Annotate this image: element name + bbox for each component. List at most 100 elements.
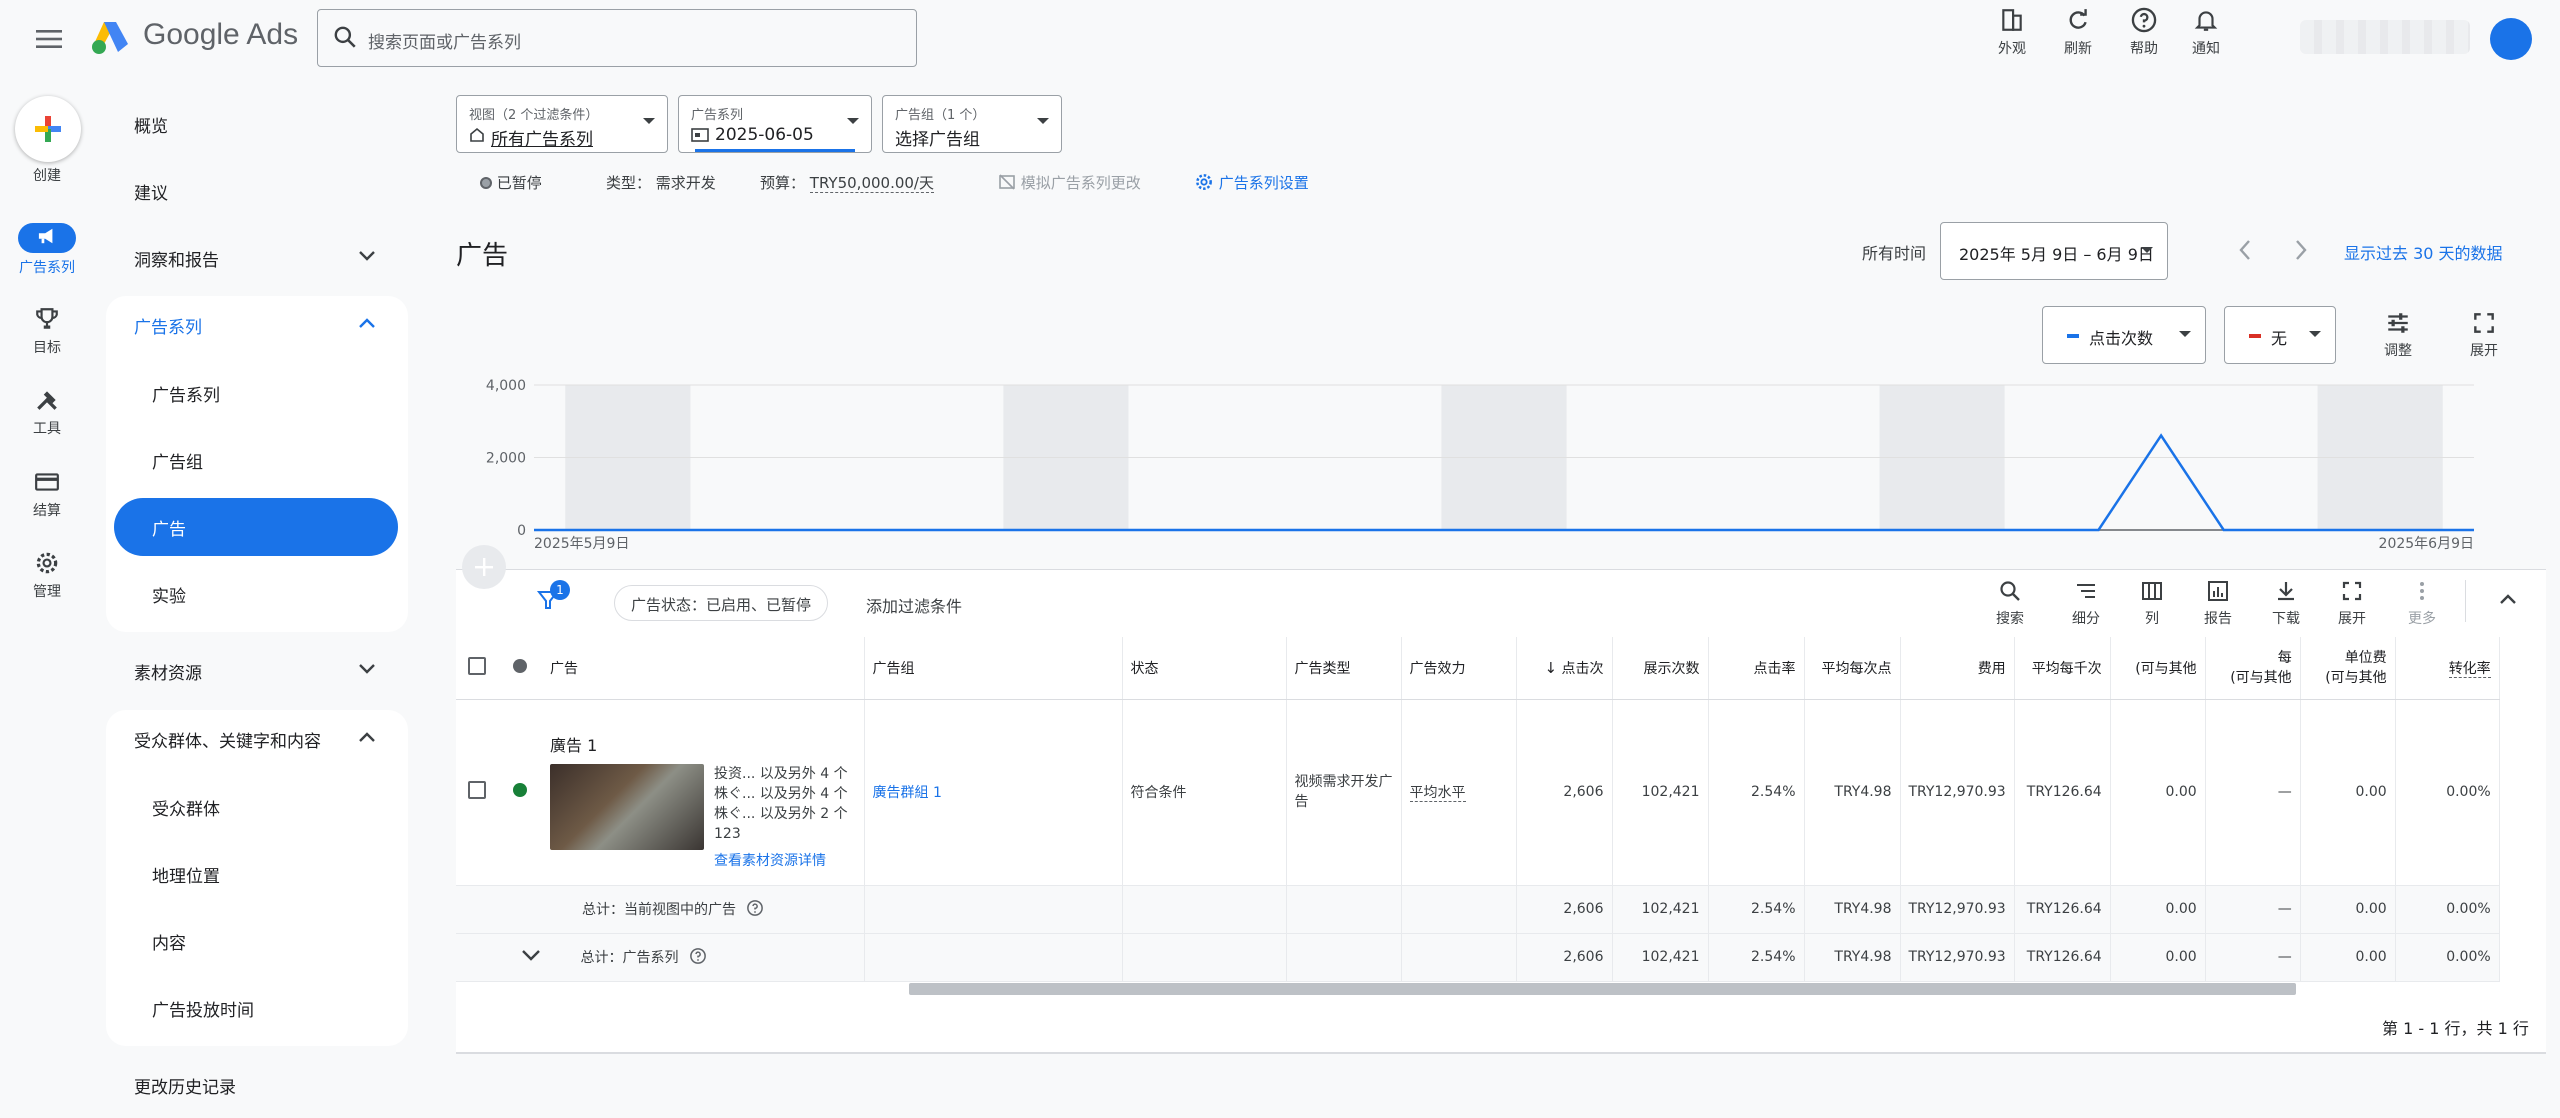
col-adgroup[interactable]: 广告组 [864,637,1123,700]
chevron-down-icon[interactable] [520,948,542,962]
rail-campaigns[interactable]: 广告系列 [10,223,84,277]
create-button[interactable] [15,96,81,162]
show-last-30-link[interactable]: 显示过去 30 天的数据 [2344,240,2503,264]
more-button[interactable]: 更多 [2392,578,2452,628]
ctr-cell: 2.54% [1708,699,1805,886]
fullscreen-icon [2474,313,2494,333]
appearance-button[interactable]: 外观 [1982,6,2042,58]
table-row[interactable]: 廣告 1 投资... 以及另外 4 个 株ぐ... 以及另外 4 个 株ぐ...… [456,699,2500,886]
account-info[interactable] [2300,20,2470,54]
col-cost-unit[interactable]: 单位费 (可与其他 [2300,637,2396,700]
nav-insights[interactable]: 洞察和报告 [134,246,376,271]
col-conversions[interactable]: (可与其他 [2110,637,2206,700]
empty-cell [1286,933,1402,982]
nav-item-adgroups[interactable]: 广告组 [152,448,203,473]
nav-item-locations[interactable]: 地理位置 [152,862,220,887]
search-icon [334,26,356,48]
col-avg-cpm[interactable]: 平均每千次 [2014,637,2111,700]
add-filter-link[interactable]: 添加过滤条件 [866,593,962,617]
nav-item-ad-schedule[interactable]: 广告投放时间 [152,996,254,1021]
effectiveness-value[interactable]: 平均水平 [1409,785,1466,802]
prev-period-icon[interactable] [2236,238,2254,262]
help-button[interactable]: 帮助 [2114,6,2174,58]
help-icon[interactable] [689,947,707,965]
metric1-selector[interactable]: 点击次数 [2042,306,2206,364]
nav-item-audiences[interactable]: 受众群体 [152,795,220,820]
adgroup-selector[interactable]: 广告组（1 个） 选择广告组 [882,95,1062,153]
col-cost[interactable]: 费用 [1900,637,2015,700]
row-status-cell [498,699,542,886]
status-filter-chip[interactable]: 广告状态：已启用、已暂停 [614,585,829,621]
columns-button[interactable]: 列 [2122,578,2182,628]
simulate-icon [999,174,1015,190]
col-conv-rate[interactable]: 转化率 [2395,637,2500,700]
col-ad[interactable]: 广告 [542,637,865,700]
table-header-row: 广告 广告组 状态 广告类型 广告效力 ↓ 点击次 展示次数 点击率 平均每次点… [456,637,2500,700]
dropdown-arrow-icon [2309,331,2321,337]
nav-item-experiments[interactable]: 实验 [152,582,186,607]
nav-audiences-group[interactable]: 受众群体、关键字和内容 [134,727,376,752]
ad-cell: 廣告 1 投资... 以及另外 4 个 株ぐ... 以及另外 4 个 株ぐ...… [542,699,865,886]
select-all-checkbox-cell[interactable] [456,637,498,700]
rail-admin[interactable]: 管理 [10,549,84,601]
col-impressions[interactable]: 展示次数 [1612,637,1709,700]
view-assets-link[interactable]: 查看素材资源详情 [714,850,856,870]
col-adtype[interactable]: 广告类型 [1286,637,1402,700]
nav-item-campaigns[interactable]: 广告系列 [152,381,220,406]
reports-button[interactable]: 报告 [2188,578,2248,628]
ad-thumbnail[interactable] [550,763,704,850]
nav-item-ads[interactable]: 广告 [152,515,186,540]
adgroup-link[interactable]: 廣告群組 1 [873,785,942,801]
columns-label: 列 [2145,611,2159,627]
campaign-settings-link[interactable]: 广告系列设置 [1194,172,1309,193]
campaign-selector[interactable]: 广告系列 2025-06-05 [678,95,872,153]
col-clicks[interactable]: ↓ 点击次 [1516,637,1613,700]
nav-campaigns-group[interactable]: 广告系列 [134,313,376,338]
row-checkbox-cell[interactable] [456,699,498,886]
search-input[interactable]: 搜索页面或广告系列 [317,9,917,67]
row-checkbox[interactable] [468,781,486,799]
collapse-chevron-up-icon[interactable] [2498,592,2518,606]
date-range-selector[interactable]: 2025年 5月 9日 – 6月 9日 [1940,222,2168,280]
col-status[interactable]: 状态 [1122,637,1287,700]
add-button[interactable] [462,545,506,589]
rail-tools[interactable]: 工具 [10,386,84,438]
horizontal-scrollbar[interactable] [909,983,2296,995]
campaign-settings-text: 广告系列设置 [1218,174,1309,192]
table-search-button[interactable]: 搜索 [1980,578,2040,628]
expand-table-button[interactable]: 展开 [2322,578,2382,628]
view-selector[interactable]: 视图（2 个过滤条件） 所有广告系列 [456,95,668,153]
col-ctr[interactable]: 点击率 [1708,637,1805,700]
rail-billing[interactable]: 结算 [10,468,84,520]
col-effectiveness[interactable]: 广告效力 [1401,637,1517,700]
segment-button[interactable]: 细分 [2056,578,2116,628]
next-period-icon[interactable] [2292,238,2310,262]
download-button[interactable]: 下载 [2256,578,2316,628]
nav-recommendations[interactable]: 建议 [134,179,168,204]
col-avg-cpc[interactable]: 平均每次点 [1804,637,1901,700]
nav-change-history[interactable]: 更改历史记录 [134,1073,236,1098]
empty-cell [864,933,1123,982]
avatar[interactable] [2490,18,2532,60]
total-clicks: 2,606 [1516,933,1613,982]
gear-icon [1196,174,1212,190]
notifications-button[interactable]: 通知 [2176,6,2236,58]
metric2-selector[interactable]: 无 [2224,306,2336,364]
total-clicks: 2,606 [1516,885,1613,934]
adgroup-cell: 廣告群組 1 [864,699,1123,886]
adjust-button[interactable]: 调整 [2368,310,2428,360]
refresh-button[interactable]: 刷新 [2048,6,2108,58]
nav-assets[interactable]: 素材资源 [134,659,376,684]
rail-goals[interactable]: 目标 [10,305,84,357]
expand-chart-button[interactable]: 展开 [2454,310,2514,360]
budget-value[interactable]: TRY50,000.00/天 [809,174,934,193]
total-label-cell: 总计：广告系列 [456,933,865,982]
nav-overview[interactable]: 概览 [134,112,168,137]
menu-icon[interactable] [18,16,80,62]
filter-button[interactable]: 1 [536,580,570,616]
select-all-checkbox[interactable] [468,656,486,675]
col-cost-per[interactable]: 每 (可与其他 [2205,637,2301,700]
help-icon[interactable] [746,899,764,917]
campaign-budget: 预算： TRY50,000.00/天 [760,172,934,193]
nav-item-content[interactable]: 内容 [152,929,186,954]
